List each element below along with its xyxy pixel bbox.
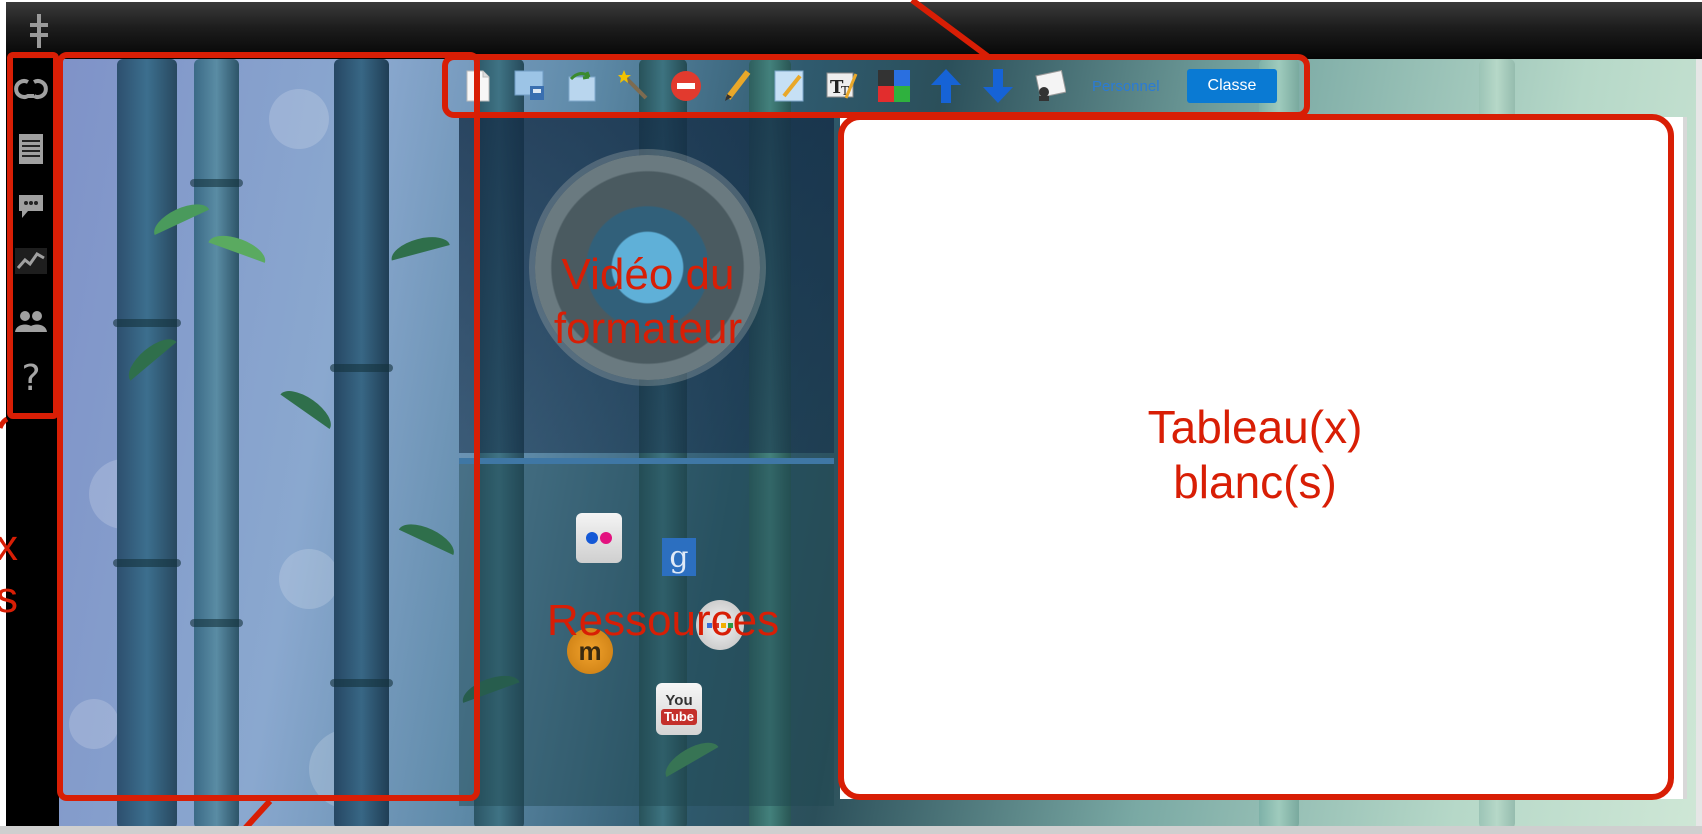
bottom-edge <box>0 826 1702 834</box>
left-cut-annotation-label: x s <box>0 521 18 620</box>
video-annotation-label: Vidéo du formateur <box>553 250 743 353</box>
annotation-lines <box>0 0 992 834</box>
whiteboard-annotation-label: Tableau(x) blanc(s) <box>1147 401 1363 508</box>
resources-annotation-label: Ressources <box>546 596 780 645</box>
